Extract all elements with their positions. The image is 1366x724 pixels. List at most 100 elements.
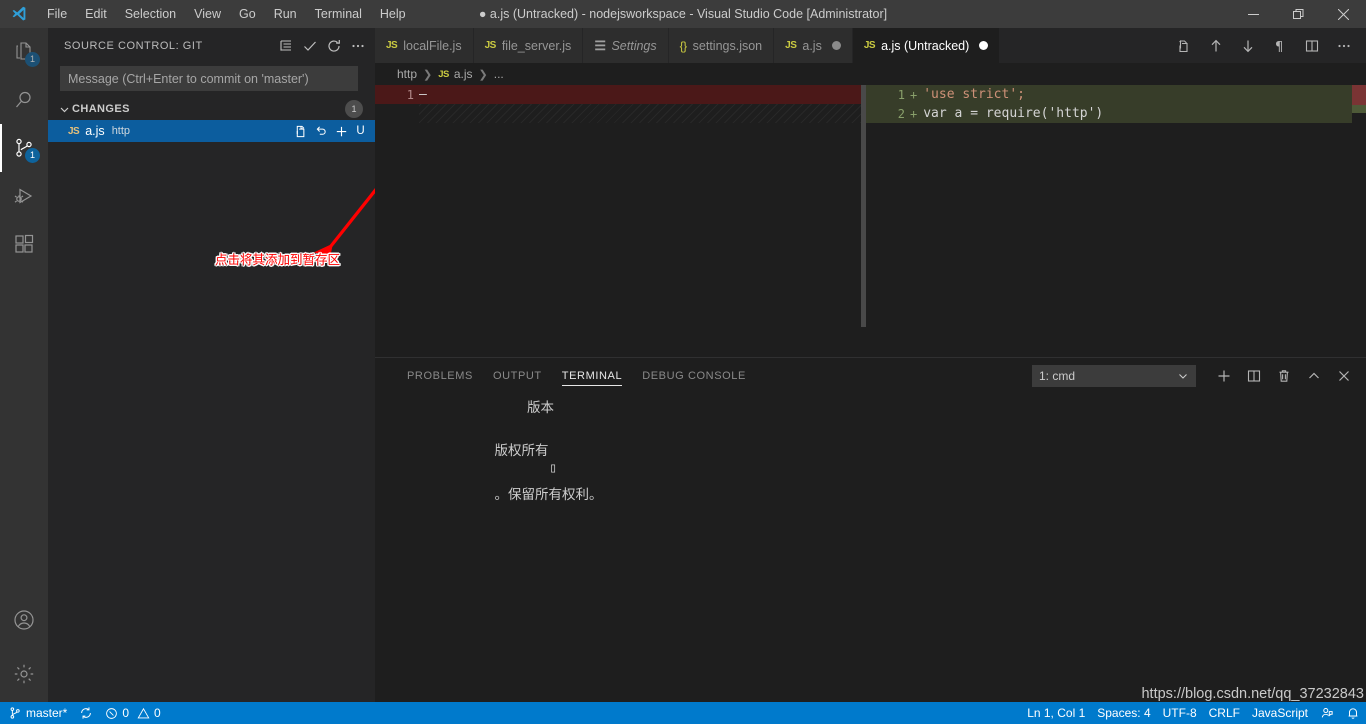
split-editor-icon[interactable] [1298, 28, 1326, 63]
gear-icon[interactable] [0, 646, 48, 702]
split-icon[interactable] [1240, 362, 1268, 390]
code-text: var a = require('http') [923, 106, 1104, 121]
terminal-output[interactable]: 版本 版权所有 。保留所有权利。 ▯ [375, 393, 1366, 702]
chevron-up-icon[interactable] [1300, 362, 1328, 390]
status-bar: master* 0 0 Ln 1, Col 1 Spaces: 4 UTF-8 … [0, 702, 1366, 724]
status-eol[interactable]: CRLF [1203, 702, 1246, 724]
terminal-select[interactable]: 1: cmd [1032, 364, 1196, 387]
tab-label: a.js [802, 38, 822, 53]
tab-debug-console[interactable]: DEBUG CONSOLE [632, 358, 756, 393]
tab-localfile-js[interactable]: JS localFile.js [375, 28, 474, 63]
list-item[interactable]: JS a.js http U [48, 120, 375, 142]
plus-icon[interactable] [334, 124, 349, 139]
status-feedback[interactable] [1314, 702, 1340, 724]
terminal-line: 版权所有 。保留所有权利。 [397, 418, 1366, 503]
compare-icon[interactable] [1170, 28, 1198, 63]
diff-editor: 1 — 1 + 'use strict'; 2 + var a = requir… [375, 85, 1366, 357]
plus-icon[interactable] [1210, 362, 1238, 390]
open-file-icon[interactable] [294, 124, 309, 139]
trash-icon[interactable] [1270, 362, 1298, 390]
minimize-button[interactable] [1231, 0, 1276, 28]
menu-help[interactable]: Help [371, 0, 415, 28]
changes-label: CHANGES [72, 103, 130, 115]
refresh-icon[interactable] [323, 35, 345, 57]
overview-ruler[interactable] [1352, 85, 1366, 357]
vscode-window: File Edit Selection View Go Run Terminal… [0, 0, 1366, 724]
status-indentation[interactable]: Spaces: 4 [1091, 702, 1156, 724]
commit-message-input[interactable] [60, 66, 358, 91]
workbench-body: 1 1 SOURCE CONTROL: GIT Message (Ctrl+En… [0, 28, 1366, 702]
chevron-down-icon [1177, 370, 1189, 382]
menu-selection[interactable]: Selection [116, 0, 185, 28]
dirty-indicator[interactable] [979, 41, 989, 50]
status-problems[interactable]: 0 0 [99, 702, 166, 724]
chevron-right-icon: ❯ [478, 68, 488, 81]
breadcrumb-item-http[interactable]: http [397, 67, 417, 81]
changes-section-header[interactable]: CHANGES 1 [48, 98, 375, 120]
account-icon[interactable] [0, 594, 48, 646]
pilcrow-icon[interactable]: ¶ [1266, 28, 1294, 63]
tab-file-server-js[interactable]: JS file_server.js [473, 28, 584, 63]
close-icon[interactable] [1330, 362, 1358, 390]
close-button[interactable] [1321, 0, 1366, 28]
tab-settings[interactable]: ☰ Settings [583, 28, 669, 63]
editor-actions: ¶ [1170, 28, 1366, 63]
menu-view[interactable]: View [185, 0, 230, 28]
diff-modified-pane[interactable]: 1 + 'use strict'; 2 + var a = require('h… [866, 85, 1352, 357]
tab-settings-json[interactable]: {} settings.json [668, 28, 775, 63]
sidebar-item-source-control[interactable]: 1 [0, 124, 48, 172]
diff-filler-stripes [419, 104, 861, 123]
bottom-panel: PROBLEMS OUTPUT TERMINAL DEBUG CONSOLE 1… [375, 357, 1366, 702]
feedback-icon [1320, 706, 1334, 720]
status-notifications[interactable] [1340, 702, 1366, 724]
menu-file[interactable]: File [38, 0, 76, 28]
status-language-mode[interactable]: JavaScript [1246, 702, 1314, 724]
list-icon[interactable] [275, 35, 297, 57]
line-number: 1 [406, 87, 414, 102]
sidebar-item-extensions[interactable] [0, 220, 48, 268]
sidebar-item-run-debug[interactable] [0, 172, 48, 220]
panel-header: PROBLEMS OUTPUT TERMINAL DEBUG CONSOLE 1… [375, 358, 1366, 393]
tab-label: settings.json [692, 38, 763, 53]
status-git-branch[interactable]: master* [2, 702, 73, 724]
warning-icon [137, 707, 150, 720]
status-editor-position[interactable]: Ln 1, Col 1 [1021, 702, 1091, 724]
branch-icon [8, 706, 22, 720]
check-icon[interactable] [299, 35, 321, 57]
activity-bar: 1 1 [0, 28, 48, 702]
arrow-down-icon[interactable] [1234, 28, 1262, 63]
sidebar-item-explorer[interactable]: 1 [0, 28, 48, 76]
tab-problems[interactable]: PROBLEMS [397, 358, 483, 393]
sidebar-item-search[interactable] [0, 76, 48, 124]
sidebar-source-control: SOURCE CONTROL: GIT Message (Ctrl+Enter … [48, 28, 375, 702]
status-sync-changes[interactable] [73, 702, 99, 724]
ellipsis-icon[interactable] [1330, 28, 1358, 63]
dirty-indicator[interactable] [831, 41, 841, 50]
source-control-badge: 1 [25, 148, 40, 163]
diff-original-pane[interactable]: 1 — [375, 85, 861, 357]
arrow-up-icon[interactable] [1202, 28, 1230, 63]
tab-terminal[interactable]: TERMINAL [552, 358, 632, 393]
menu-terminal[interactable]: Terminal [306, 0, 371, 28]
sidebar-actions [275, 35, 369, 57]
window-controls [1231, 0, 1366, 28]
breadcrumb-item-symbols[interactable]: ... [494, 67, 504, 81]
tab-a-js-untracked[interactable]: JS a.js (Untracked) [852, 28, 1001, 63]
sidebar-title: SOURCE CONTROL: GIT [64, 39, 203, 52]
menu-go[interactable]: Go [230, 0, 265, 28]
menu-run[interactable]: Run [265, 0, 306, 28]
diff-marker: — [419, 87, 427, 102]
tab-a-js[interactable]: JS a.js [774, 28, 853, 63]
js-icon: JS [484, 40, 497, 51]
menu-bar: File Edit Selection View Go Run Terminal… [38, 0, 415, 28]
ellipsis-icon[interactable] [347, 35, 369, 57]
restore-button[interactable] [1276, 0, 1321, 28]
diff-line-deleted: 1 — [375, 85, 861, 104]
line-number: 2 [897, 106, 905, 121]
tab-output[interactable]: OUTPUT [483, 358, 552, 393]
menu-edit[interactable]: Edit [76, 0, 116, 28]
discard-icon[interactable] [314, 124, 329, 139]
breadcrumb-item-file[interactable]: JS a.js [438, 67, 472, 81]
status-encoding[interactable]: UTF-8 [1157, 702, 1203, 724]
breadcrumb-file-label: a.js [453, 67, 473, 81]
